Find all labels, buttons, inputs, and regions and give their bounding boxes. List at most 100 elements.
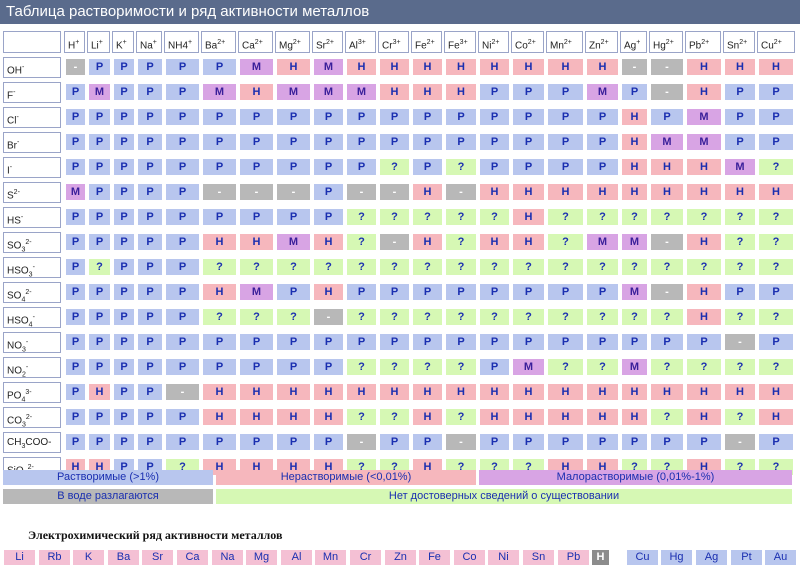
- solubility-cell: Р: [203, 59, 236, 75]
- cation-charge: +: [636, 39, 641, 46]
- solubility-cell: ?: [347, 259, 376, 275]
- anion-formula: PO: [7, 390, 22, 402]
- solubility-cell: Р: [114, 284, 134, 300]
- anion-charge: 2-: [25, 289, 32, 296]
- solubility-cell: ?: [513, 259, 544, 275]
- solubility-cell: Р: [203, 209, 236, 225]
- solubility-cell: ?: [725, 409, 755, 425]
- solubility-cell: -: [277, 184, 310, 200]
- solubility-cell: ?: [314, 259, 343, 275]
- metal-na: Na: [212, 550, 243, 565]
- solubility-cell: Н: [347, 384, 376, 400]
- solubility-cell: ?: [446, 409, 476, 425]
- solubility-cell: Н: [480, 384, 509, 400]
- cation-charge: 2+: [217, 39, 226, 46]
- anion-formula: Br: [7, 140, 17, 152]
- cation-charge: 2+: [426, 39, 435, 46]
- solubility-cell: -: [651, 234, 683, 250]
- cation-symbol: Co: [515, 40, 528, 52]
- metal-zn: Zn: [385, 550, 416, 565]
- solubility-cell: -: [380, 234, 409, 250]
- solubility-cell: Р: [413, 109, 442, 125]
- solubility-cell: Н: [314, 234, 343, 250]
- solubility-cell: ?: [651, 309, 683, 325]
- solubility-cell: ?: [240, 309, 273, 325]
- solubility-cell: ?: [651, 359, 683, 375]
- anion-charge: 2-: [25, 414, 33, 421]
- solubility-cell: ?: [587, 309, 618, 325]
- cation-header: K+: [112, 31, 134, 53]
- solubility-cell: Р: [759, 334, 793, 350]
- solubility-cell: Р: [114, 184, 134, 200]
- solubility-cell: ?: [513, 309, 544, 325]
- cation-header: Na+: [136, 31, 162, 53]
- solubility-cell: Р: [138, 184, 162, 200]
- solubility-cell: ?: [548, 309, 583, 325]
- solubility-cell: Р: [114, 384, 134, 400]
- solubility-cell: ?: [413, 359, 442, 375]
- solubility-cell: Н: [314, 409, 343, 425]
- solubility-cell: Р: [759, 109, 793, 125]
- solubility-cell: Н: [240, 234, 273, 250]
- solubility-cell: ?: [347, 309, 376, 325]
- solubility-cell: Н: [725, 384, 755, 400]
- solubility-cell: Н: [587, 59, 618, 75]
- solubility-cell: М: [513, 359, 544, 375]
- solubility-cell: Р: [138, 334, 162, 350]
- cation-symbol: Fe: [415, 40, 427, 52]
- solubility-cell: -: [725, 434, 755, 450]
- solubility-cell: Р: [66, 334, 85, 350]
- solubility-cell: Н: [622, 134, 647, 150]
- solubility-cell: Р: [380, 284, 409, 300]
- metal-cu: Cu: [627, 550, 658, 565]
- solubility-cell: Р: [138, 234, 162, 250]
- solubility-cell: Н: [480, 184, 509, 200]
- solubility-cell: Р: [138, 84, 162, 100]
- metal-al: Al: [281, 550, 312, 565]
- solubility-cell: Р: [114, 84, 134, 100]
- solubility-cell: Р: [114, 309, 134, 325]
- solubility-cell: Р: [66, 309, 85, 325]
- solubility-cell: Р: [66, 284, 85, 300]
- solubility-cell: Р: [89, 109, 110, 125]
- solubility-cell: Р: [651, 109, 683, 125]
- solubility-cell: ?: [759, 309, 793, 325]
- solubility-cell: Р: [166, 434, 199, 450]
- solubility-cell: ?: [380, 209, 409, 225]
- cation-charge: +: [122, 39, 127, 46]
- solubility-cell: Р: [413, 159, 442, 175]
- metal-k: K: [73, 550, 104, 565]
- solubility-cell: Н: [277, 59, 310, 75]
- cation-charge: 2+: [326, 39, 334, 46]
- anion-subscript: 4: [28, 321, 33, 328]
- solubility-cell: ?: [446, 159, 476, 175]
- solubility-cell: Н: [513, 59, 544, 75]
- solubility-cell: Р: [114, 334, 134, 350]
- solubility-cell: М: [314, 59, 343, 75]
- solubility-cell: Р: [166, 284, 199, 300]
- solubility-cell: Р: [203, 159, 236, 175]
- cation-symbol: Cu: [761, 40, 774, 52]
- solubility-cell: Р: [725, 109, 755, 125]
- solubility-cell: Р: [114, 209, 134, 225]
- solubility-cell: ?: [759, 209, 793, 225]
- solubility-cell: Р: [138, 384, 162, 400]
- solubility-cell: Н: [240, 84, 273, 100]
- solubility-cell: Р: [166, 59, 199, 75]
- solubility-cell: Н: [548, 184, 583, 200]
- solubility-cell: ?: [89, 259, 110, 275]
- solubility-cell: Р: [480, 334, 509, 350]
- solubility-cell: ?: [380, 259, 409, 275]
- solubility-cell: Н: [587, 409, 618, 425]
- solubility-cell: Р: [587, 134, 618, 150]
- anion-formula: NO: [7, 340, 22, 352]
- solubility-cell: Р: [725, 134, 755, 150]
- solubility-cell: Р: [725, 284, 755, 300]
- anion-subscript: 3: [21, 246, 26, 253]
- solubility-cell: Р: [622, 84, 647, 100]
- solubility-cell: Р: [548, 84, 583, 100]
- solubility-cell: Н: [413, 409, 442, 425]
- solubility-cell: Н: [413, 84, 442, 100]
- solubility-cell: М: [203, 84, 236, 100]
- anion-charge: 3-: [25, 389, 32, 396]
